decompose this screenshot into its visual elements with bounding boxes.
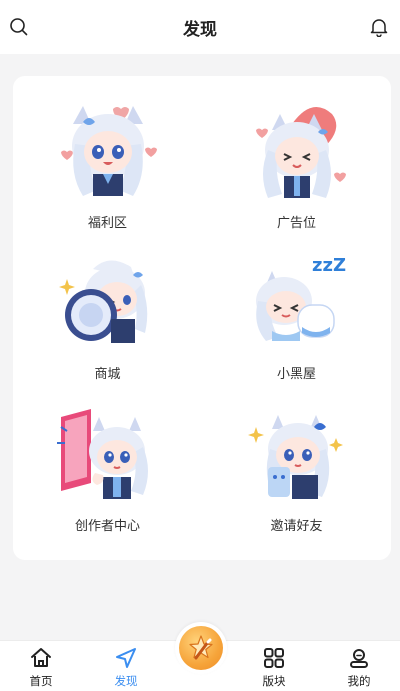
tab-discover-label: 发现	[114, 674, 138, 688]
tab-mine[interactable]: 我的	[324, 641, 394, 691]
ad-slot-sticker	[255, 106, 346, 198]
feature-grid: 福利区 广告位 商城 zzZ 小黑屋 创作者中心 邀请好友	[13, 76, 391, 560]
top-bar: 发现	[0, 0, 400, 54]
search-button[interactable]	[6, 14, 32, 40]
welfare-sticker	[60, 106, 157, 196]
blackroom-item[interactable]: zzZ 小黑屋	[202, 245, 391, 396]
invite-friends-label: 邀请好友	[270, 518, 323, 534]
creator-center-label: 创作者中心	[74, 518, 140, 534]
tab-discover[interactable]: 发现	[91, 641, 161, 691]
search-icon	[10, 18, 28, 36]
navigate-icon	[116, 648, 136, 668]
page-title: 发现	[183, 19, 217, 40]
tab-mine-label: 我的	[347, 674, 371, 688]
shop-item[interactable]: 商城	[13, 245, 202, 396]
create-post-badge	[179, 626, 223, 670]
shop-sticker	[58, 260, 147, 344]
home-icon	[31, 648, 51, 667]
ad-slot-label: 广告位	[276, 216, 316, 231]
svg-text:zzZ: zzZ	[312, 255, 346, 276]
notifications-button[interactable]	[366, 14, 392, 40]
bell-icon	[370, 19, 388, 37]
tab-home-label: 首页	[29, 674, 53, 688]
invite-friends-sticker	[247, 414, 343, 499]
tab-sections-label: 版块	[262, 674, 286, 688]
shop-label: 商城	[94, 367, 121, 383]
welfare-item[interactable]: 福利区	[13, 94, 202, 245]
creator-center-item[interactable]: 创作者中心	[13, 397, 202, 548]
user-icon	[350, 649, 368, 668]
tab-sections[interactable]: 版块	[239, 641, 309, 691]
ad-slot-item[interactable]: 广告位	[202, 94, 391, 245]
welfare-label: 福利区	[87, 216, 127, 231]
star-pen-icon	[189, 635, 213, 660]
blackroom-sticker: zzZ	[255, 255, 346, 342]
invite-friends-item[interactable]: 邀请好友	[202, 397, 391, 548]
creator-center-sticker	[56, 408, 148, 499]
create-post-button[interactable]	[175, 622, 227, 674]
blackroom-label: 小黑屋	[276, 367, 316, 383]
tab-home[interactable]: 首页	[6, 641, 76, 691]
grid-icon	[264, 648, 284, 668]
